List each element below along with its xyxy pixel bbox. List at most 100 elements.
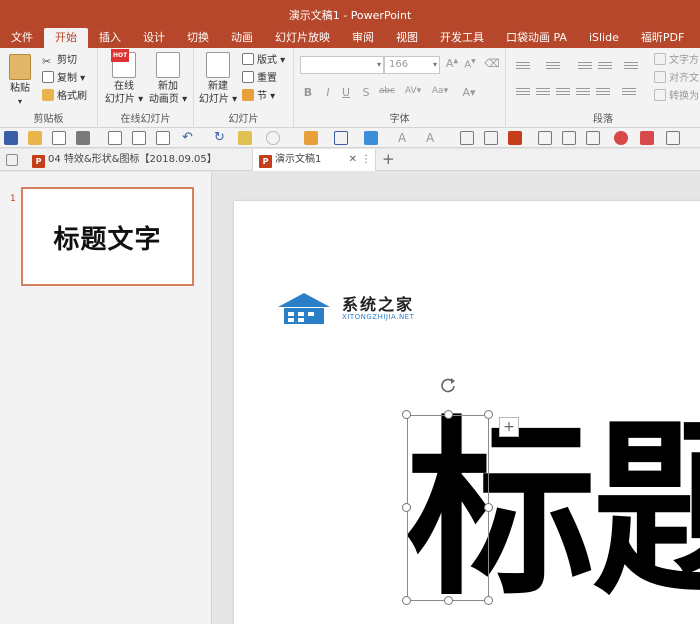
tab-review[interactable]: 审阅 [341,28,385,48]
text-highlight-icon[interactable]: A [426,131,440,145]
open-folder-icon[interactable] [28,131,42,145]
bullets-icon[interactable] [516,60,530,72]
text-direction-button[interactable]: 文字方 [654,53,699,69]
slide-thumbnail[interactable]: 标题文字 [21,187,194,286]
tab-slideshow[interactable]: 幻灯片放映 [264,28,341,48]
line-spacing-icon[interactable] [624,60,638,72]
numbering-icon[interactable] [546,60,560,72]
char-spacing-button[interactable]: AV▾ [402,86,424,96]
tab-developer[interactable]: 开发工具 [429,28,495,48]
layout-label: 版式 [257,55,277,66]
bold-button[interactable]: B [300,86,316,99]
more-options-icon[interactable]: ⋮ [361,149,371,171]
ungroup-icon[interactable] [614,131,628,145]
align-text-label: 对齐文 [669,73,699,84]
columns-icon[interactable] [622,86,636,98]
copy-button[interactable]: 复制 ▾ [42,71,85,87]
home-icon[interactable] [6,154,18,166]
layout-button[interactable]: 版式 ▾ [242,53,285,69]
distribute-icon[interactable] [596,86,610,98]
slide-canvas[interactable]: 系统之家 XITONGZHIJIA.NET 标题 + [234,201,700,624]
change-case-button[interactable]: Aa▾ [428,86,452,96]
shrink-font-button[interactable]: A▼ [462,58,478,70]
watermark-name: 系统之家 [342,295,415,314]
align-left-icon[interactable] [516,86,530,98]
shape-outline-icon[interactable] [266,131,280,145]
more-tools-icon[interactable] [666,131,680,145]
convert-smartart-button[interactable]: 转换为 [654,89,699,105]
grow-font-button[interactable]: A▲ [444,57,460,70]
document-tab[interactable]: P 04 特效&形状&图标【2018.09.05】 [26,149,223,171]
new-animation-page-button[interactable]: 新加 动画页 ▾ [146,52,190,106]
new-tab-icon[interactable]: + [382,150,395,168]
tab-transitions[interactable]: 切换 [176,28,220,48]
shapes-icon[interactable] [334,131,348,145]
align-center-icon[interactable] [536,86,550,98]
paste-button[interactable]: 粘贴 ▾ [6,54,34,108]
tab-design[interactable]: 设计 [132,28,176,48]
format-painter-button[interactable]: 格式刷 [42,89,87,105]
tab-view[interactable]: 视图 [385,28,429,48]
underline-button[interactable]: U [338,86,354,99]
close-icon[interactable]: ✕ [349,149,357,171]
resize-handle-se[interactable] [484,596,493,605]
align-text-button[interactable]: 对齐文 [654,71,699,87]
layout-options-plus-icon[interactable]: + [499,417,519,437]
align-objects-icon[interactable] [538,131,552,145]
color-picker-icon[interactable] [508,131,522,145]
cut-button[interactable]: ✂ 剪切 [42,53,77,69]
justify-icon[interactable] [576,86,590,98]
grid-icon[interactable] [460,131,474,145]
clipboard-group-label: 剪贴板 [33,114,64,125]
decrease-indent-icon[interactable] [578,60,592,72]
spelling-icon[interactable] [156,131,170,145]
section-button[interactable]: 节 ▾ [242,89,275,105]
fill-color-icon[interactable] [238,131,252,145]
resize-handle-s[interactable] [444,596,453,605]
tab-foxit-pdf[interactable]: 福昕PDF [630,28,695,48]
reset-button[interactable]: 重置 [242,71,277,87]
print-preview-icon[interactable] [108,131,122,145]
save-icon[interactable] [4,131,18,145]
text-color-icon[interactable]: A [398,131,412,145]
tab-home[interactable]: 开始 [44,28,88,48]
distribute-objects-icon[interactable] [562,131,576,145]
undo-icon[interactable]: ↶ [182,131,196,145]
crop-icon[interactable] [640,131,654,145]
rotate-handle-icon[interactable] [440,377,456,393]
tab-insert[interactable]: 插入 [88,28,132,48]
arrange-icon[interactable] [304,131,318,145]
resize-handle-nw[interactable] [402,410,411,419]
tab-islide[interactable]: iSlide [578,28,630,48]
increase-indent-icon[interactable] [598,60,612,72]
table-icon[interactable] [484,131,498,145]
powerpoint-window: 演示文稿1 - PowerPoint 文件 开始 插入 设计 切换 动画 幻灯片… [0,0,700,624]
window-title: 演示文稿1 - PowerPoint [288,9,412,22]
align-right-icon[interactable] [556,86,570,98]
document-tab-active[interactable]: P 演示文稿1 ✕ ⋮ [252,149,376,171]
tab-file[interactable]: 文件 [0,28,44,48]
tab-animations[interactable]: 动画 [220,28,264,48]
font-color-button[interactable]: A▾ [458,86,480,99]
zoom-icon[interactable] [132,131,146,145]
italic-button[interactable]: I [320,86,336,99]
redo-icon[interactable]: ↻ [214,131,228,145]
resize-handle-w[interactable] [402,503,411,512]
online-slide-button[interactable]: HOT 在线 幻灯片 ▾ [104,49,144,106]
group-objects-icon[interactable] [586,131,600,145]
font-name-combo[interactable]: ▾ [300,56,384,74]
clear-format-icon[interactable]: ⌫ [484,57,500,70]
pen-color-icon[interactable] [364,131,378,145]
touch-mode-icon[interactable] [76,131,90,145]
tab-pocket-animation[interactable]: 口袋动画 PA [495,28,578,48]
shadow-button[interactable]: S [358,86,374,99]
font-size-combo[interactable]: 166 ▾ [384,56,440,74]
strikethrough-button[interactable]: abc [376,86,398,96]
new-file-icon[interactable] [52,131,66,145]
resize-handle-e[interactable] [484,503,493,512]
new-slide-button[interactable]: 新建 幻灯片 ▾ [198,52,238,106]
resize-handle-sw[interactable] [402,596,411,605]
new-animation-label: 新加 [158,81,178,92]
resize-handle-n[interactable] [444,410,453,419]
resize-handle-ne[interactable] [484,410,493,419]
